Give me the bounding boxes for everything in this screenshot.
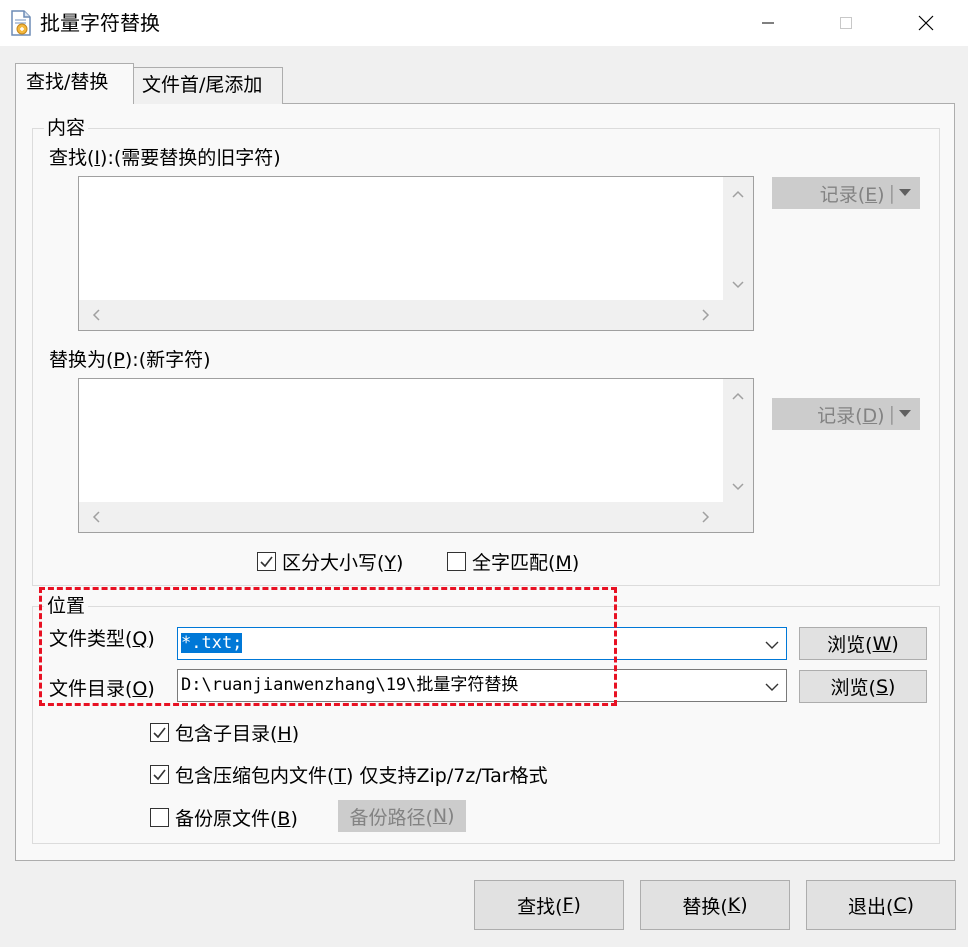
tab-file-head-tail[interactable]: 文件首/尾添加: [133, 67, 283, 104]
checkbox-checked-icon: [150, 723, 169, 742]
replace-label: 替换为(P):(新字符): [49, 349, 211, 371]
file-type-label: 文件类型(Q): [49, 628, 155, 650]
find-textarea[interactable]: [78, 176, 754, 331]
checkbox-checked-icon: [150, 765, 169, 784]
content-group-title: 内容: [44, 117, 89, 139]
replace-button[interactable]: 替换(K): [640, 880, 790, 930]
checkbox-checked-icon: [257, 552, 276, 571]
scroll-up-icon[interactable]: [731, 389, 745, 403]
file-dir-combo[interactable]: D:\ruanjianwenzhang\19\批量字符替换: [177, 669, 787, 702]
exit-button[interactable]: 退出(C): [806, 880, 956, 930]
find-label: 查找(I):(需要替换的旧字符): [49, 147, 281, 169]
scroll-right-icon[interactable]: [699, 308, 713, 322]
scroll-down-icon[interactable]: [731, 278, 745, 292]
maximize-button[interactable]: [818, 0, 874, 46]
close-icon: [918, 15, 934, 31]
browse-file-dir-button[interactable]: 浏览(S): [799, 670, 927, 703]
checkbox-unchecked-icon: [150, 808, 169, 827]
window-title: 批量字符替换: [40, 11, 160, 35]
close-button[interactable]: [898, 0, 954, 46]
file-dir-value: D:\ruanjianwenzhang\19\批量字符替换: [181, 675, 519, 695]
replace-vscrollbar[interactable]: [723, 379, 753, 502]
scroll-right-icon[interactable]: [699, 510, 713, 524]
minimize-icon: [762, 22, 774, 24]
scroll-down-icon[interactable]: [731, 480, 745, 494]
find-record-button[interactable]: 记录(E) |: [772, 177, 920, 209]
find-hscrollbar[interactable]: [79, 300, 753, 330]
replace-record-button[interactable]: 记录(D) |: [772, 398, 920, 430]
location-group-title: 位置: [44, 595, 89, 617]
replace-textarea[interactable]: [78, 378, 754, 533]
scroll-left-icon[interactable]: [89, 510, 103, 524]
whole-word-checkbox[interactable]: 全字匹配(M): [447, 548, 579, 575]
file-type-combo[interactable]: *.txt;: [177, 627, 787, 660]
include-archives-checkbox[interactable]: 包含压缩包内文件(T) 仅支持Zip/7z/Tar格式: [150, 761, 548, 788]
minimize-button[interactable]: [740, 0, 796, 46]
find-vscrollbar[interactable]: [723, 177, 753, 300]
scroll-left-icon[interactable]: [89, 308, 103, 322]
chevron-down-icon[interactable]: [764, 679, 780, 695]
dropdown-arrow-icon: [899, 410, 911, 417]
replace-hscrollbar[interactable]: [79, 502, 753, 532]
find-button[interactable]: 查找(F): [474, 880, 624, 930]
app-icon: [9, 10, 33, 36]
chevron-down-icon[interactable]: [764, 637, 780, 653]
tab-find-replace[interactable]: 查找/替换: [15, 63, 134, 104]
file-type-value: *.txt;: [181, 633, 243, 653]
file-dir-label: 文件目录(O): [49, 678, 155, 700]
browse-file-type-button[interactable]: 浏览(W): [799, 627, 927, 660]
backup-originals-checkbox[interactable]: 备份原文件(B): [150, 804, 298, 831]
maximize-icon: [840, 17, 852, 29]
include-subdirs-checkbox[interactable]: 包含子目录(H): [150, 719, 299, 746]
backup-path-button[interactable]: 备份路径(N): [338, 800, 466, 832]
scroll-up-icon[interactable]: [731, 187, 745, 201]
case-sensitive-checkbox[interactable]: 区分大小写(Y): [257, 548, 403, 575]
dropdown-arrow-icon: [899, 189, 911, 196]
checkbox-unchecked-icon: [447, 552, 466, 571]
